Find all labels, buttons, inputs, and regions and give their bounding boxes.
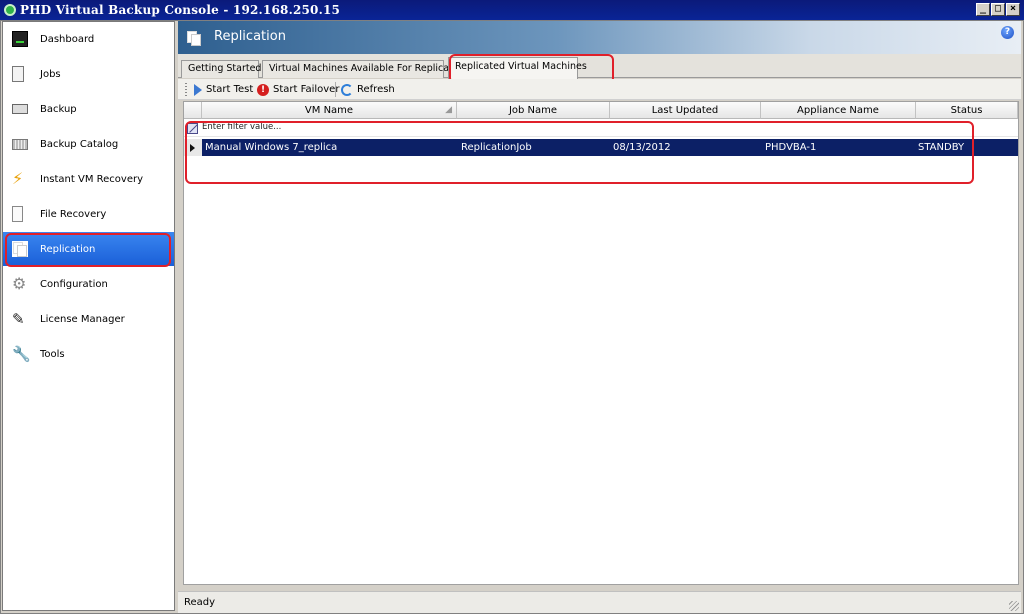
column-header-label: VM Name [304,105,354,116]
sidebar-item-dashboard[interactable]: Dashboard [3,22,174,56]
tab-strip: Getting Started Virtual Machines Availab… [178,54,1021,79]
minimize-button[interactable]: _ [976,3,990,16]
app-icon [4,4,16,16]
jobs-icon [12,66,24,82]
sidebar-item-file-recovery[interactable]: File Recovery [3,197,174,231]
refresh-label: Refresh [357,84,395,95]
sidebar-item-backup-catalog[interactable]: Backup Catalog [3,127,174,161]
sidebar-item-replication[interactable]: Replication [3,232,174,266]
cell-vm-name[interactable]: Manual Windows 7_replica [205,139,337,156]
resize-grip-icon[interactable] [1009,601,1019,611]
title-bar: PHD Virtual Backup Console - 192.168.250… [0,0,1024,20]
play-icon [194,83,202,96]
sidebar-item-label: Instant VM Recovery [40,173,143,185]
sidebar-item-label: Tools [40,348,65,360]
refresh-icon [341,83,353,96]
failover-icon: ! [257,83,269,96]
tab-replicated-virtual-machines[interactable]: Replicated Virtual Machines [448,57,587,79]
sidebar-item-label: License Manager [40,313,125,325]
sidebar: Dashboard Jobs Backup Backup Catalog ⚡ I… [2,21,175,611]
key-icon: ✎ [12,310,25,328]
sidebar-item-label: Backup Catalog [40,138,119,150]
filter-input[interactable]: Enter filter value... [202,122,281,132]
toolbar: Start Test ! Start Failover Refresh [178,79,1021,100]
cell-status[interactable]: STANDBY [918,139,964,156]
close-button[interactable]: × [1006,3,1020,16]
sidebar-item-license-manager[interactable]: ✎ License Manager [3,302,174,336]
status-text: Ready [184,597,216,608]
wrench-icon: 🔧 [12,345,31,363]
sidebar-item-label: Dashboard [40,33,95,45]
sort-ascending-icon: ◢ [445,105,452,115]
replicated-vms-grid: VM Name ◢ Job Name Last Updated Applianc… [183,101,1019,585]
grid-corner [184,102,202,119]
sidebar-item-instant-vm-recovery[interactable]: ⚡ Instant VM Recovery [3,162,174,196]
maximize-button[interactable]: □ [991,3,1005,16]
start-failover-button[interactable]: ! Start Failover [257,81,339,98]
toolbar-grip[interactable] [185,83,187,96]
cell-job-name[interactable]: ReplicationJob [461,139,532,156]
cell-appliance-name[interactable]: PHDVBA-1 [765,139,816,156]
sidebar-item-label: File Recovery [40,208,107,220]
sidebar-item-tools[interactable]: 🔧 Tools [3,337,174,371]
dashboard-icon [12,31,28,47]
replication-icon [12,241,28,257]
file-icon [12,206,23,222]
column-header-appliance-name[interactable]: Appliance Name [761,102,916,119]
window-controls: _ □ × [976,3,1020,16]
filter-icon[interactable] [187,123,198,134]
start-test-button[interactable]: Start Test [194,81,253,98]
sidebar-item-label: Configuration [40,278,108,290]
window-title: PHD Virtual Backup Console - 192.168.250… [20,3,341,17]
sidebar-item-backup[interactable]: Backup [3,92,174,126]
table-row[interactable]: Manual Windows 7_replica ReplicationJob … [184,139,1018,156]
content-header: Replication ? [178,21,1021,54]
replication-icon [186,30,202,46]
sidebar-item-jobs[interactable]: Jobs [3,57,174,91]
sidebar-item-label: Replication [40,243,96,255]
cell-last-updated[interactable]: 08/13/2012 [613,139,671,156]
column-header-vm-name[interactable]: VM Name ◢ [202,102,457,119]
start-test-label: Start Test [206,84,254,95]
backup-icon [12,104,28,114]
start-failover-label: Start Failover [273,84,340,95]
gear-icon: ⚙ [12,274,27,293]
column-header-job-name[interactable]: Job Name [457,102,610,119]
current-row-indicator-icon [190,144,195,152]
page-title: Replication [214,29,286,44]
sidebar-item-label: Jobs [40,68,61,80]
column-header-status[interactable]: Status [916,102,1018,119]
lightning-icon: ⚡ [12,169,24,188]
row-header[interactable] [184,139,202,156]
column-header-last-updated[interactable]: Last Updated [610,102,761,119]
sidebar-item-configuration[interactable]: ⚙ Configuration [3,267,174,301]
backup-catalog-icon [12,138,28,150]
help-icon[interactable]: ? [1001,26,1014,39]
tab-getting-started[interactable]: Getting Started [181,60,261,78]
tab-vms-available-for-replication[interactable]: Virtual Machines Available For Replicati… [262,60,467,78]
refresh-button[interactable]: Refresh [341,81,395,98]
filter-row[interactable]: Enter filter value... [184,120,1018,137]
status-bar: Ready [178,591,1021,613]
sidebar-item-label: Backup [40,103,77,115]
toolbar-separator [335,82,336,97]
